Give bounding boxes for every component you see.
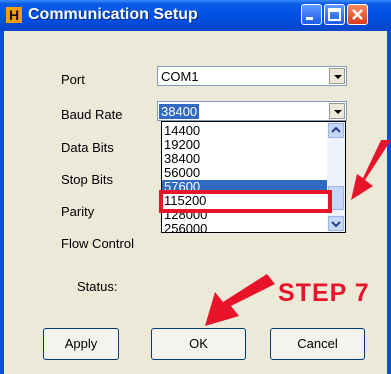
apply-button[interactable]: Apply xyxy=(43,328,119,360)
chevron-down-icon[interactable] xyxy=(329,103,345,119)
close-button[interactable] xyxy=(347,4,368,25)
dropdown-option[interactable]: 56000 xyxy=(162,166,328,180)
pointer-arrow-icon xyxy=(351,140,391,200)
window-title: Communication Setup xyxy=(28,6,198,23)
communication-setup-window: H Communication Setup Port Baud Rate Dat… xyxy=(0,0,391,374)
title-bar[interactable]: H Communication Setup xyxy=(0,0,391,31)
baud-rate-select[interactable]: 38400 xyxy=(157,101,347,121)
scroll-up-button[interactable] xyxy=(328,123,344,138)
chevron-down-icon[interactable] xyxy=(329,68,345,84)
maximize-icon xyxy=(328,8,341,21)
dropdown-option[interactable]: 19200 xyxy=(162,138,328,152)
port-select[interactable]: COM1 xyxy=(157,66,347,86)
port-value: COM1 xyxy=(161,69,199,84)
minimize-icon xyxy=(306,17,313,20)
chevron-up-icon xyxy=(331,126,341,133)
maximize-button[interactable] xyxy=(324,4,345,25)
parity-label: Parity xyxy=(61,204,95,219)
close-icon xyxy=(352,9,363,20)
scroll-down-button[interactable] xyxy=(328,216,344,231)
stop-bits-label: Stop Bits xyxy=(61,172,114,187)
pointer-arrow-icon xyxy=(205,274,275,326)
step-annotation: STEP 7 xyxy=(278,279,370,307)
dropdown-option[interactable]: 14400 xyxy=(162,124,328,138)
baud-rate-value: 38400 xyxy=(159,104,200,119)
dropdown-option[interactable]: 256000 xyxy=(162,222,328,232)
dropdown-scrollbar[interactable] xyxy=(327,122,345,232)
status-label: Status: xyxy=(77,279,118,294)
baud-rate-label: Baud Rate xyxy=(61,107,123,122)
dropdown-option[interactable]: 38400 xyxy=(162,152,328,166)
minimize-button[interactable] xyxy=(301,4,322,25)
baud-rate-dropdown-list[interactable]: 14400 19200 38400 56000 57600 115200 128… xyxy=(161,121,346,233)
app-icon: H xyxy=(6,7,22,23)
data-bits-label: Data Bits xyxy=(61,140,114,155)
flow-control-label: Flow Control xyxy=(61,236,134,251)
cancel-button[interactable]: Cancel xyxy=(270,328,365,360)
selection-highlight-annotation xyxy=(159,190,332,213)
port-label: Port xyxy=(61,72,85,87)
ok-button[interactable]: OK xyxy=(151,328,246,360)
chevron-down-icon xyxy=(331,221,341,228)
